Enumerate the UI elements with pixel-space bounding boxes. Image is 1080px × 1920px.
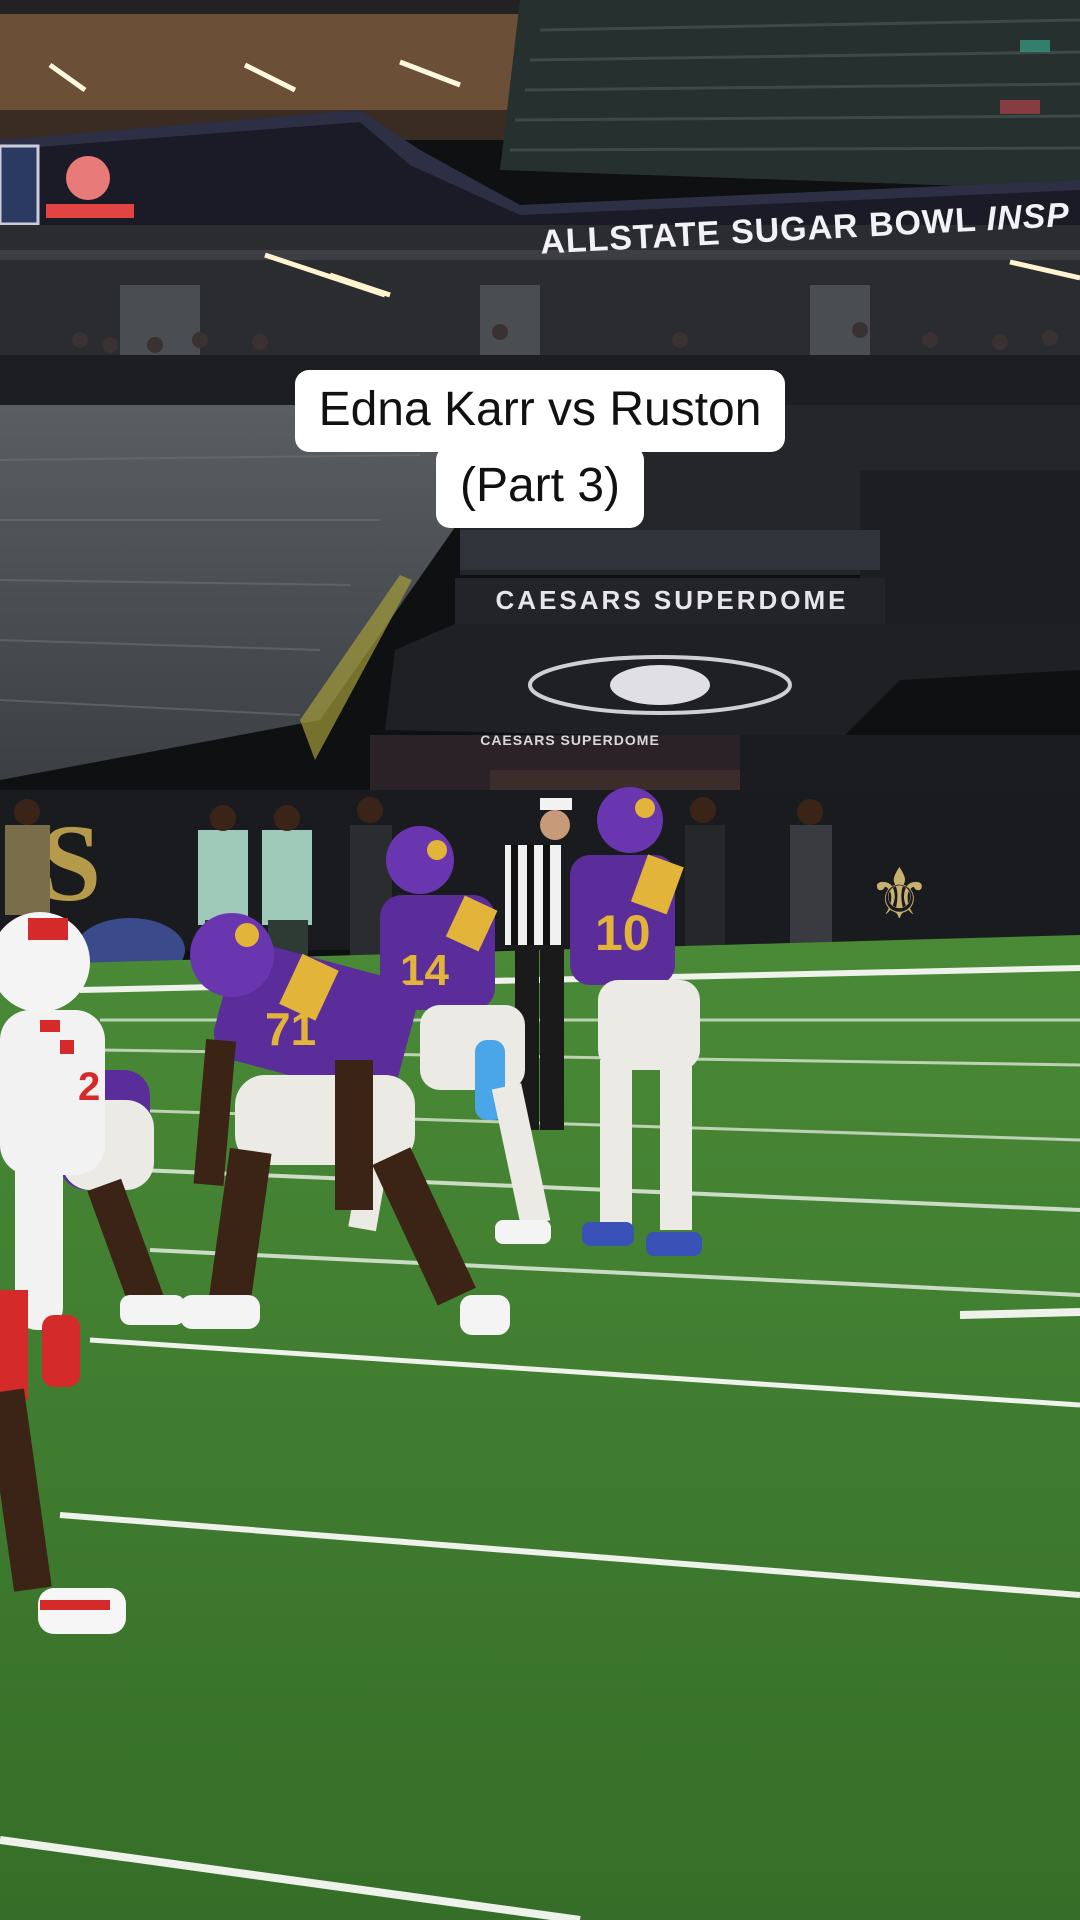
scoreboard-panel (0, 144, 40, 226)
superdome-sign-small: CAESARS SUPERDOME (480, 732, 660, 748)
defender-number: 2 (78, 1065, 100, 1109)
fleur-de-lis-icon: ⚜ (868, 853, 931, 935)
tunnel-canopy (385, 624, 1080, 740)
stadium-scene: S ⚜ 10 14 71 2 (0, 0, 1080, 1920)
caption-subtitle: (Part 3) (435, 446, 645, 528)
caption-title: Edna Karr vs Ruston (294, 370, 786, 452)
video-frame: S ⚜ 10 14 71 2 ALLSTATE SUGAR BOWL INSP … (0, 0, 1080, 1920)
video-caption: Edna Karr vs Ruston (Part 3) (0, 370, 1080, 528)
lineman-number: 71 (265, 1003, 316, 1055)
quarterback-number: 10 (595, 905, 651, 961)
superdome-sign: CAESARS SUPERDOME (495, 584, 849, 615)
